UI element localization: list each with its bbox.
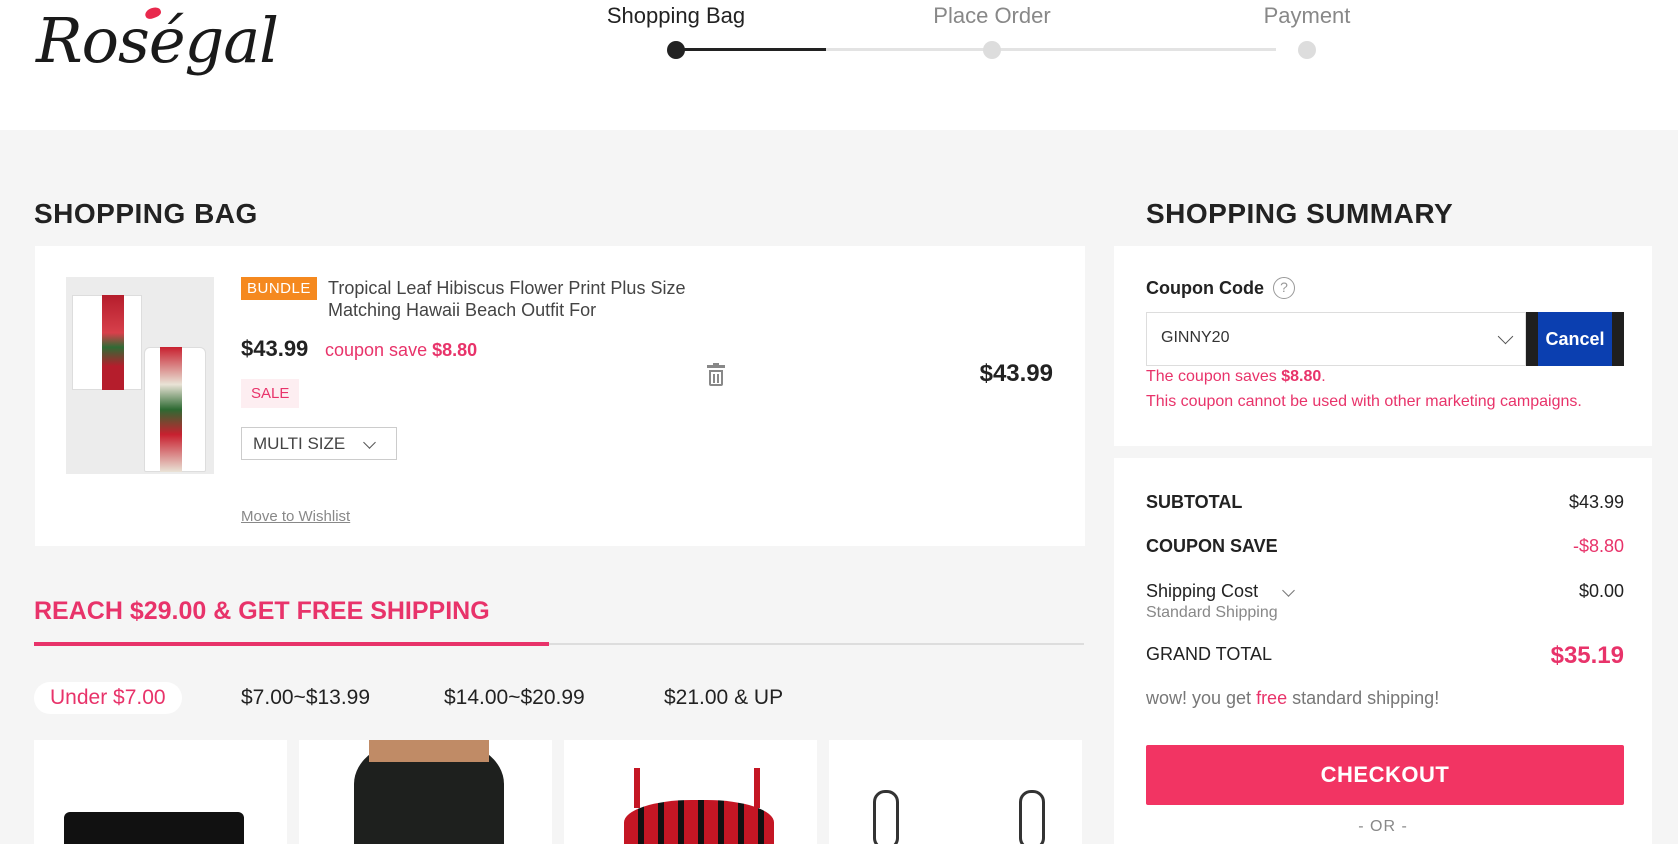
chevron-down-icon <box>1497 328 1514 345</box>
chevron-down-icon <box>363 436 376 449</box>
bundle-tag: BUNDLE <box>241 277 317 300</box>
move-to-wishlist-link[interactable]: Move to Wishlist <box>241 508 350 525</box>
free-shipping-note: wow! you get free standard shipping! <box>1146 688 1439 709</box>
shipping-cost-label[interactable]: Shipping Cost <box>1146 581 1258 602</box>
grand-total-label: GRAND TOTAL <box>1146 644 1273 664</box>
product-price: $43.99 <box>241 336 309 361</box>
step-dot-place-order <box>983 41 1001 59</box>
shopping-bag-title: SHOPPING BAG <box>34 198 258 229</box>
step-label-payment: Payment <box>1263 3 1351 28</box>
checkout-steps: Shopping Bag Place Order Payment <box>560 0 1360 70</box>
totals-panel: SUBTOTAL $43.99 COUPON SAVE -$8.80 Shipp… <box>1114 458 1652 844</box>
coupon-save-label: COUPON SAVE <box>1146 536 1278 556</box>
item-coupon-save-amount: $8.80 <box>432 340 478 360</box>
step-dot-shopping-bag <box>667 41 685 59</box>
subtotal-value: $43.99 <box>1568 492 1624 512</box>
subtotal-label: SUBTOTAL <box>1146 492 1243 512</box>
product-image[interactable] <box>66 277 214 474</box>
free-shipping-progress <box>34 642 549 646</box>
shopping-summary-title: SHOPPING SUMMARY <box>1146 198 1454 229</box>
dress-print-shape <box>160 347 182 472</box>
tab-under-7[interactable]: Under $7.00 <box>34 682 182 714</box>
item-coupon-save-text: coupon save <box>325 340 433 360</box>
product-thumb[interactable] <box>829 740 1082 844</box>
coupon-restriction-message: This coupon cannot be used with other ma… <box>1146 393 1582 410</box>
coupon-save-value: -$8.80 <box>1572 536 1624 556</box>
cancel-coupon-label: Cancel <box>1538 312 1612 366</box>
free-note-highlight: free <box>1256 688 1288 708</box>
shirt-print-shape <box>102 295 124 390</box>
coupon-code-label: Coupon Code <box>1146 278 1264 298</box>
cancel-coupon-button[interactable]: Cancel <box>1526 312 1624 366</box>
product-title[interactable]: Tropical Leaf Hibiscus Flower Print Plus… <box>328 277 688 321</box>
coupon-msg-amount: $8.80 <box>1281 368 1322 385</box>
help-icon[interactable]: ? <box>1273 277 1295 299</box>
coupon-select[interactable]: GINNY20 <box>1146 312 1526 366</box>
free-shipping-title: REACH $29.00 & GET FREE SHIPPING <box>34 597 490 625</box>
step-progress-line <box>676 48 826 51</box>
item-coupon-save: coupon save $8.80 <box>325 340 477 361</box>
or-divider: - OR - <box>1358 818 1408 835</box>
step-remaining-line <box>826 48 1276 51</box>
step-label-shopping-bag: Shopping Bag <box>606 3 746 28</box>
sale-badge: SALE <box>241 379 300 408</box>
size-select[interactable]: MULTI SIZE <box>241 427 397 460</box>
tab-7-to-13[interactable]: $7.00~$13.99 <box>225 682 386 714</box>
coupon-msg-suffix: . <box>1321 368 1326 385</box>
free-note-suffix: standard shipping! <box>1287 688 1440 708</box>
size-select-value: MULTI SIZE <box>253 434 346 453</box>
page-header: Roségal Shopping Bag Place Order Payment <box>0 0 1678 130</box>
tab-14-to-20[interactable]: $14.00~$20.99 <box>428 682 601 714</box>
shipping-method: Standard Shipping <box>1146 604 1278 621</box>
shipping-cost-value: $0.00 <box>1578 581 1624 601</box>
free-note-prefix: wow! you get <box>1146 688 1257 708</box>
line-total: $43.99 <box>979 360 1053 387</box>
coupon-saves-message: The coupon saves $8.80. <box>1146 368 1326 386</box>
cart-item-card: BUNDLE Tropical Leaf Hibiscus Flower Pri… <box>35 246 1085 546</box>
coupon-msg-prefix: The coupon saves <box>1146 368 1282 385</box>
step-label-place-order: Place Order <box>933 3 1051 28</box>
coupon-panel: Coupon Code ? GINNY20 Cancel The coupon … <box>1114 246 1652 446</box>
trash-icon[interactable] <box>707 363 725 387</box>
chevron-down-icon[interactable] <box>1282 584 1295 597</box>
product-thumb[interactable] <box>564 740 817 844</box>
step-dot-payment <box>1298 41 1316 59</box>
tab-21-and-up[interactable]: $21.00 & UP <box>648 682 799 714</box>
grand-total-value: $35.19 <box>1550 642 1624 669</box>
checkout-button[interactable]: CHECKOUT <box>1146 745 1624 805</box>
coupon-select-value: GINNY20 <box>1161 329 1230 346</box>
product-thumb[interactable] <box>34 740 287 844</box>
product-thumb[interactable] <box>299 740 552 844</box>
